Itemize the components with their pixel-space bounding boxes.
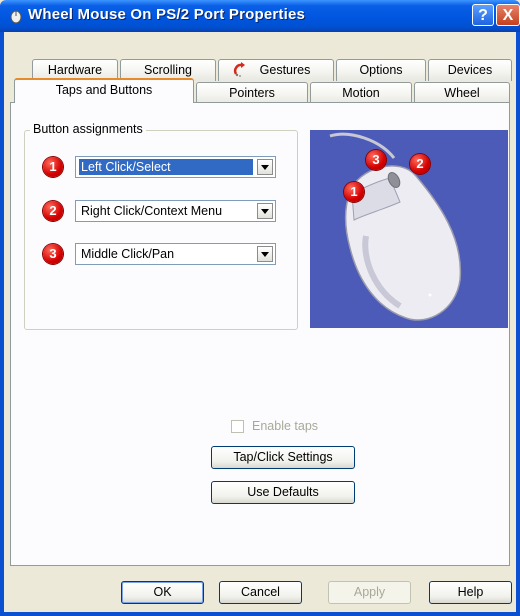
enable-taps-label: Enable taps [252, 419, 319, 433]
button-2-badge: 2 [43, 201, 63, 221]
window-title: Wheel Mouse On PS/2 Port Properties [28, 6, 306, 23]
button-2-assignment-select[interactable]: Right Click/Context Menu [75, 200, 276, 222]
mouse-drawing [329, 132, 462, 321]
window-frame-bottom [0, 612, 520, 616]
enable-taps-checkbox[interactable] [231, 420, 244, 433]
apply-button[interactable]: Apply [328, 581, 411, 604]
chevron-down-icon[interactable] [257, 159, 273, 175]
button-assignments-label: Button assignments [30, 122, 146, 136]
tap-click-settings-button[interactable]: Tap/Click Settings [211, 446, 355, 469]
mouse-button-1-badge: 1 [344, 182, 364, 202]
gestures-icon [233, 62, 245, 77]
button-2-assignment-value: Right Click/Context Menu [81, 204, 223, 218]
help-button[interactable]: Help [429, 581, 512, 604]
tab-gestures[interactable]: Gestures [218, 59, 334, 81]
button-1-assignment-value: Left Click/Select [79, 159, 253, 175]
mouse-illustration: 3 2 1 [310, 130, 508, 328]
button-1-badge: 1 [43, 157, 63, 177]
chevron-down-icon[interactable] [257, 246, 273, 262]
button-3-assignment-value: Middle Click/Pan [81, 247, 175, 261]
chevron-down-icon[interactable] [257, 203, 273, 219]
help-title-button[interactable]: ? [472, 4, 494, 26]
tab-motion[interactable]: Motion [310, 82, 412, 104]
tab-taps-and-buttons[interactable]: Taps and Buttons [14, 78, 194, 103]
button-3-badge: 3 [43, 244, 63, 264]
tab-devices[interactable]: Devices [428, 59, 512, 81]
ok-button[interactable]: OK [121, 581, 204, 604]
cancel-button[interactable]: Cancel [219, 581, 302, 604]
tab-pointers[interactable]: Pointers [196, 82, 308, 104]
button-3-assignment-select[interactable]: Middle Click/Pan [75, 243, 276, 265]
tab-options[interactable]: Options [336, 59, 426, 81]
mouse-button-3-badge: 3 [366, 150, 386, 170]
use-defaults-button[interactable]: Use Defaults [211, 481, 355, 504]
title-bar[interactable]: Wheel Mouse On PS/2 Port Properties ? X [0, 0, 520, 32]
window-frame-left [0, 32, 4, 616]
tab-gestures-label: Gestures [259, 63, 311, 77]
mouse-icon [10, 10, 22, 24]
tab-wheel[interactable]: Wheel [414, 82, 510, 104]
window-frame-right [516, 32, 520, 616]
mouse-button-2-badge: 2 [410, 154, 430, 174]
button-1-assignment-select[interactable]: Left Click/Select [75, 156, 276, 178]
close-button[interactable]: X [496, 4, 520, 26]
